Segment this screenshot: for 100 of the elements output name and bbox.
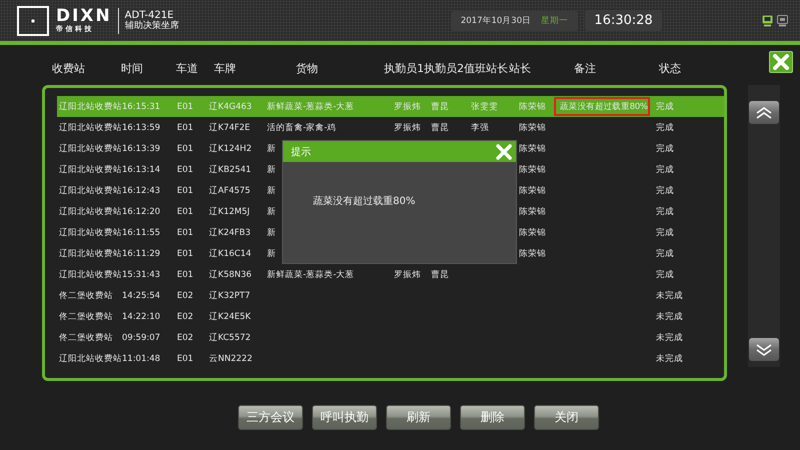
table-cell: 辽K4G463 bbox=[209, 102, 252, 112]
close-icon bbox=[496, 144, 512, 160]
table-cell: 新 bbox=[267, 186, 276, 196]
table-cell: 新 bbox=[267, 206, 276, 216]
table-cell: 佟二堡收费站 bbox=[59, 332, 113, 342]
column-header: 备注 bbox=[574, 62, 596, 74]
table-cell: 陈荣锦 bbox=[519, 186, 546, 196]
table-cell: 未完成 bbox=[656, 354, 683, 364]
table-cell: 16:12:43 bbox=[122, 186, 160, 196]
table-cell: 16:13:59 bbox=[122, 122, 160, 132]
table-cell: 辽K58N36 bbox=[209, 270, 252, 280]
table-cell: 辽阳北站收费站 bbox=[59, 206, 122, 216]
table-cell: 16:13:39 bbox=[122, 144, 160, 154]
table-cell: 佟二堡收费站 bbox=[59, 312, 113, 322]
table-cell: 新 bbox=[267, 164, 276, 174]
table-cell: 陈荣锦 bbox=[519, 206, 546, 216]
table-cell: 完成 bbox=[656, 164, 674, 174]
column-header: 收费站 bbox=[52, 62, 85, 74]
table-cell: 新 bbox=[267, 228, 276, 238]
table-cell: 16:12:20 bbox=[122, 206, 160, 216]
table-cell: 辽阳北站收费站 bbox=[59, 144, 122, 154]
scroll-down-button[interactable] bbox=[749, 338, 779, 361]
table-cell: 16:11:29 bbox=[122, 248, 160, 258]
table-cell: 辽阳北站收费站 bbox=[59, 354, 122, 364]
table-cell: 辽阳北站收费站 bbox=[59, 102, 122, 112]
action-button[interactable]: 三方会议 bbox=[238, 405, 303, 430]
table-cell: 曹昆 bbox=[431, 122, 449, 132]
table-cell: 辽阳北站收费站 bbox=[59, 164, 122, 174]
table-cell: 李强 bbox=[471, 122, 489, 132]
column-header: 状态 bbox=[659, 62, 681, 74]
table-cell: 新 bbox=[267, 248, 276, 258]
action-button[interactable]: 关闭 bbox=[534, 405, 599, 430]
weekday-text: 星期一 bbox=[541, 14, 568, 26]
table-cell: 新鲜蔬菜-葱蒜类-大葱 bbox=[267, 102, 354, 112]
table-cell: 辽K24E5K bbox=[209, 312, 251, 322]
table-cell: 未完成 bbox=[656, 332, 683, 342]
table-cell: 辽阳北站收费站 bbox=[59, 186, 122, 196]
table-cell: 16:13:14 bbox=[122, 164, 160, 174]
table-cell: 完成 bbox=[656, 186, 674, 196]
table-cell: 蔬菜没有超过载重80% bbox=[560, 100, 648, 112]
table-cell: 张雯雯 bbox=[471, 102, 498, 112]
action-button[interactable]: 删除 bbox=[460, 405, 525, 430]
column-header: 时间 bbox=[121, 62, 143, 74]
table-cell: 曹昆 bbox=[431, 102, 449, 112]
column-header: 货物 bbox=[296, 62, 318, 74]
table-cell: 罗振炜 bbox=[394, 270, 421, 280]
table-cell: 新鲜蔬菜-葱蒜类-大葱 bbox=[267, 270, 354, 280]
table-cell: E02 bbox=[177, 290, 194, 300]
table-cell: 完成 bbox=[656, 228, 674, 238]
table-cell: 完成 bbox=[656, 102, 674, 112]
column-header: 值班站长 bbox=[464, 62, 508, 74]
table-cell: 辽KC5572 bbox=[209, 332, 251, 342]
table-cell: 陈荣锦 bbox=[519, 164, 546, 174]
table-cell: 未完成 bbox=[656, 312, 683, 322]
table-cell: 曹昆 bbox=[431, 270, 449, 280]
table-cell: 罗振炜 bbox=[394, 102, 421, 112]
table-cell: 陈荣锦 bbox=[519, 228, 546, 238]
table-cell: E01 bbox=[177, 270, 194, 280]
column-header: 执勤员2 bbox=[424, 62, 464, 74]
chevron-up-icon bbox=[755, 106, 773, 120]
table-cell: E01 bbox=[177, 122, 194, 132]
table-cell: 辽阳北站收费站 bbox=[59, 228, 122, 238]
selected-row[interactable]: 辽阳北站收费站16:15:31 E01 辽K4G463 新鲜蔬菜-葱蒜类-大葱 罗振炜 曹昆 张雯雯 陈荣锦 蔬菜没有超过载重80% 完成 bbox=[57, 96, 724, 117]
action-button[interactable]: 刷新 bbox=[386, 405, 451, 430]
table-cell: 陈荣锦 bbox=[519, 248, 546, 258]
table-cell: 辽KB2541 bbox=[209, 164, 252, 174]
table-cell: E01 bbox=[177, 228, 194, 238]
table-cell: 罗振炜 bbox=[394, 122, 421, 132]
table-cell: E01 bbox=[177, 102, 194, 112]
table-cell: E02 bbox=[177, 332, 194, 342]
table-cell: E01 bbox=[177, 248, 194, 258]
monitor-icon[interactable] bbox=[762, 14, 773, 26]
table-cell: 09:59:07 bbox=[122, 332, 160, 342]
table-cell: 完成 bbox=[656, 144, 674, 154]
table-cell: 14:25:54 bbox=[122, 290, 160, 300]
table-cell: 陈荣锦 bbox=[519, 102, 546, 112]
column-header: 车牌 bbox=[214, 62, 236, 74]
action-button[interactable]: 呼叫执勤 bbox=[312, 405, 377, 430]
table-cell: E01 bbox=[177, 164, 194, 174]
table-cell: 完成 bbox=[656, 206, 674, 216]
clock-text: 16:30:28 bbox=[594, 13, 653, 28]
table-cell: 陈荣锦 bbox=[519, 122, 546, 132]
table-cell: 辽阳北站收费站 bbox=[59, 122, 122, 132]
table-cell: E01 bbox=[177, 354, 194, 364]
table-cell: 陈荣锦 bbox=[519, 144, 546, 154]
column-header: 执勤员1 bbox=[384, 62, 424, 74]
table-cell: 活的畜禽-家禽-鸡 bbox=[267, 122, 336, 132]
close-icon bbox=[772, 54, 790, 70]
table-cell: 11:01:48 bbox=[122, 354, 160, 364]
table-cell: 云NN2222 bbox=[209, 354, 252, 364]
table-cell: 辽K12M5J bbox=[209, 206, 250, 216]
table-cell: 16:15:31 bbox=[122, 102, 160, 112]
table-cell: E01 bbox=[177, 186, 194, 196]
table-cell: 辽阳北站收费站 bbox=[59, 270, 122, 280]
table-cell: 完成 bbox=[656, 248, 674, 258]
monitor-icon[interactable] bbox=[777, 14, 788, 26]
scroll-up-button[interactable] bbox=[749, 101, 779, 124]
close-button[interactable] bbox=[769, 51, 793, 73]
table-cell: 新 bbox=[267, 144, 276, 154]
table-cell: 辽K24FB3 bbox=[209, 228, 251, 238]
